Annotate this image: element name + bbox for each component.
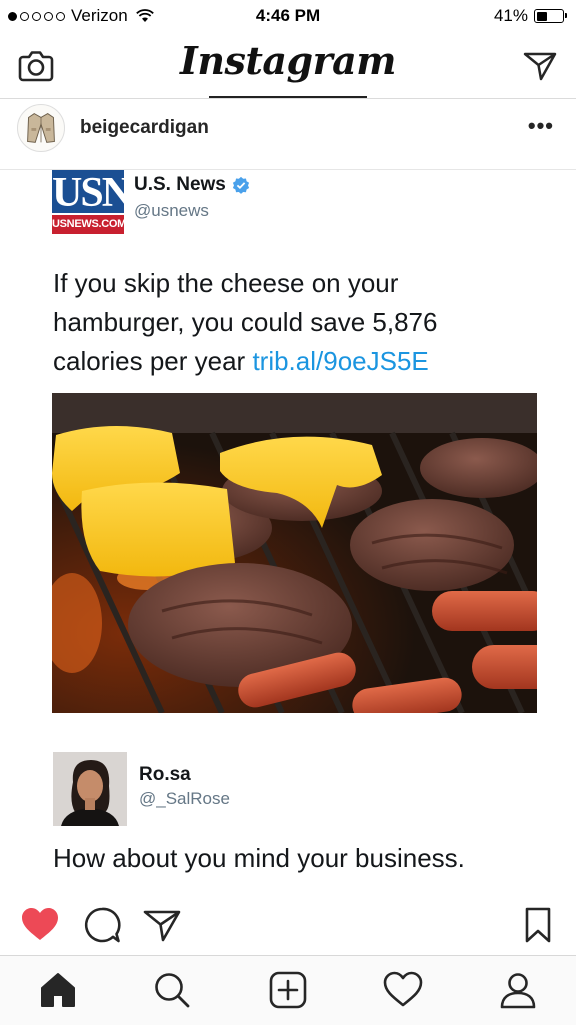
portrait-avatar-image bbox=[53, 752, 127, 826]
app-header: Instagram bbox=[0, 32, 576, 99]
post-username[interactable]: beigecardigan bbox=[80, 117, 209, 139]
post-header: beigecardigan ••• bbox=[0, 99, 576, 170]
clock: 4:46 PM bbox=[255, 6, 321, 25]
usnews-logo-text: USN bbox=[52, 170, 132, 216]
instagram-logo: Instagram bbox=[180, 38, 396, 83]
battery-fill bbox=[536, 11, 547, 21]
battery-icon bbox=[534, 9, 567, 23]
tweet-text-line: hamburger, you could save 5,876 bbox=[53, 307, 438, 337]
direct-send-icon[interactable] bbox=[522, 48, 558, 84]
heart-filled-icon[interactable] bbox=[20, 905, 60, 945]
tweet-link[interactable]: trib.al/9oeJS5E bbox=[252, 346, 428, 376]
search-icon[interactable] bbox=[152, 970, 192, 1010]
burger-grill-image bbox=[52, 393, 537, 713]
battery-percent: 41% bbox=[493, 6, 528, 25]
reply-author-handle: @_SalRose bbox=[139, 789, 230, 808]
share-icon[interactable] bbox=[142, 905, 182, 945]
usnews-logo-subtext: USNEWS.COM bbox=[52, 215, 126, 234]
reply-author-avatar bbox=[53, 752, 127, 826]
reply-author-name: Ro.sa bbox=[139, 764, 191, 785]
reply-text: How about you mind your business. bbox=[53, 843, 465, 873]
status-bar: Verizon 4:46 PM 41% bbox=[0, 0, 576, 32]
tweet-author-name: U.S. News bbox=[134, 174, 250, 196]
tweet-text-line: If you skip the cheese on your bbox=[53, 268, 399, 298]
more-options-button[interactable]: ••• bbox=[528, 113, 554, 139]
usnews-logo: USN USNEWS.COM bbox=[52, 170, 132, 234]
tab-bar bbox=[0, 955, 576, 1025]
add-post-icon[interactable] bbox=[268, 970, 308, 1010]
tweet-author-label: U.S. News bbox=[134, 174, 226, 195]
profile-icon[interactable] bbox=[498, 970, 538, 1010]
burger-grill-photo bbox=[52, 393, 537, 713]
cardigan-avatar-image bbox=[27, 113, 55, 143]
user-avatar[interactable] bbox=[17, 104, 65, 152]
tweet-text: If you skip the cheese on your hamburger… bbox=[53, 264, 553, 381]
tweet-text-line: calories per year trib.al/9oeJS5E bbox=[53, 342, 553, 381]
home-icon[interactable] bbox=[38, 970, 78, 1010]
logo-underline bbox=[209, 96, 367, 98]
tweet-author-handle: @usnews bbox=[134, 201, 209, 220]
verified-badge-icon bbox=[232, 176, 249, 194]
tweet-text-line-end: calories per year bbox=[53, 346, 246, 376]
bookmark-icon[interactable] bbox=[518, 905, 558, 945]
activity-heart-icon[interactable] bbox=[383, 970, 423, 1010]
comment-icon[interactable] bbox=[82, 905, 122, 945]
status-right: 41% bbox=[493, 6, 567, 26]
